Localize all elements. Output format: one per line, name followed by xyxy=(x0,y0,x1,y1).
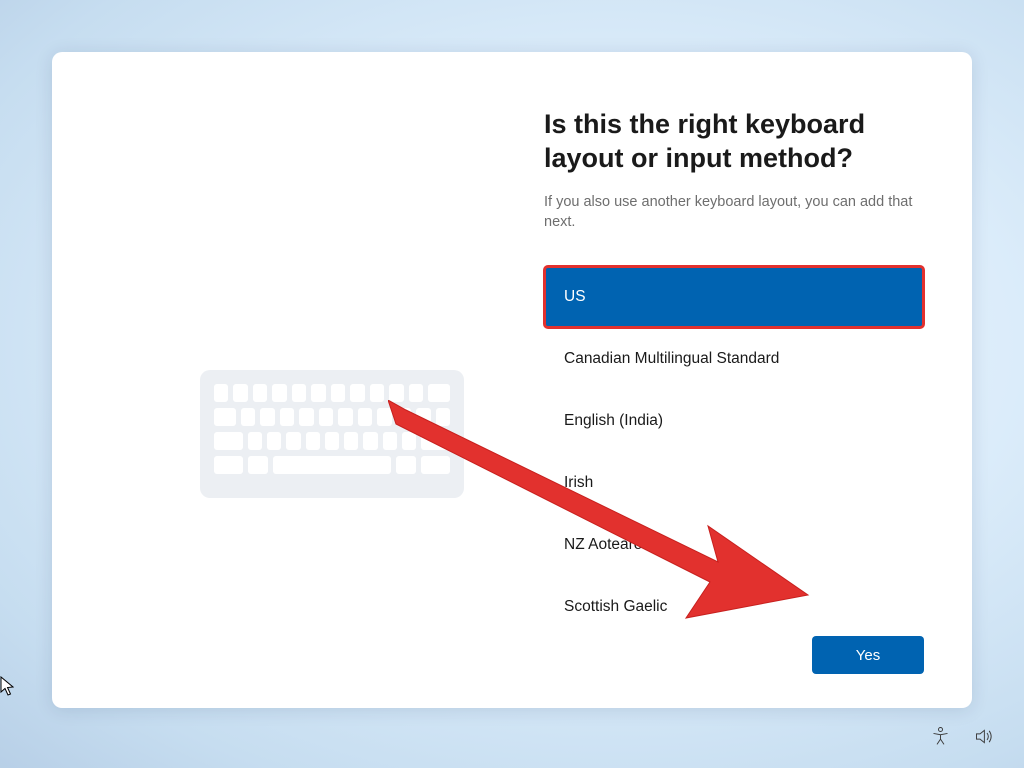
content-pane: Is this the right keyboard layout or inp… xyxy=(512,52,972,708)
page-title: Is this the right keyboard layout or inp… xyxy=(544,108,924,176)
cursor-icon xyxy=(0,676,14,696)
keyboard-icon xyxy=(200,370,464,498)
yes-button[interactable]: Yes xyxy=(812,636,924,674)
accessibility-icon[interactable] xyxy=(930,726,951,752)
keyboard-layout-list: US Canadian Multilingual Standard Englis… xyxy=(544,266,924,638)
system-tray xyxy=(930,726,994,752)
setup-card: Is this the right keyboard layout or inp… xyxy=(52,52,972,708)
illustration-pane xyxy=(52,52,512,708)
layout-option-us[interactable]: US xyxy=(544,266,924,328)
layout-option-nz-aotearoa[interactable]: NZ Aotearoa xyxy=(544,514,924,576)
layout-option-canadian-multilingual[interactable]: Canadian Multilingual Standard xyxy=(544,328,924,390)
page-subtitle: If you also use another keyboard layout,… xyxy=(544,192,914,233)
layout-option-english-india[interactable]: English (India) xyxy=(544,390,924,452)
volume-icon[interactable] xyxy=(973,726,994,752)
layout-option-irish[interactable]: Irish xyxy=(544,452,924,514)
layout-option-scottish-gaelic[interactable]: Scottish Gaelic xyxy=(544,576,924,638)
